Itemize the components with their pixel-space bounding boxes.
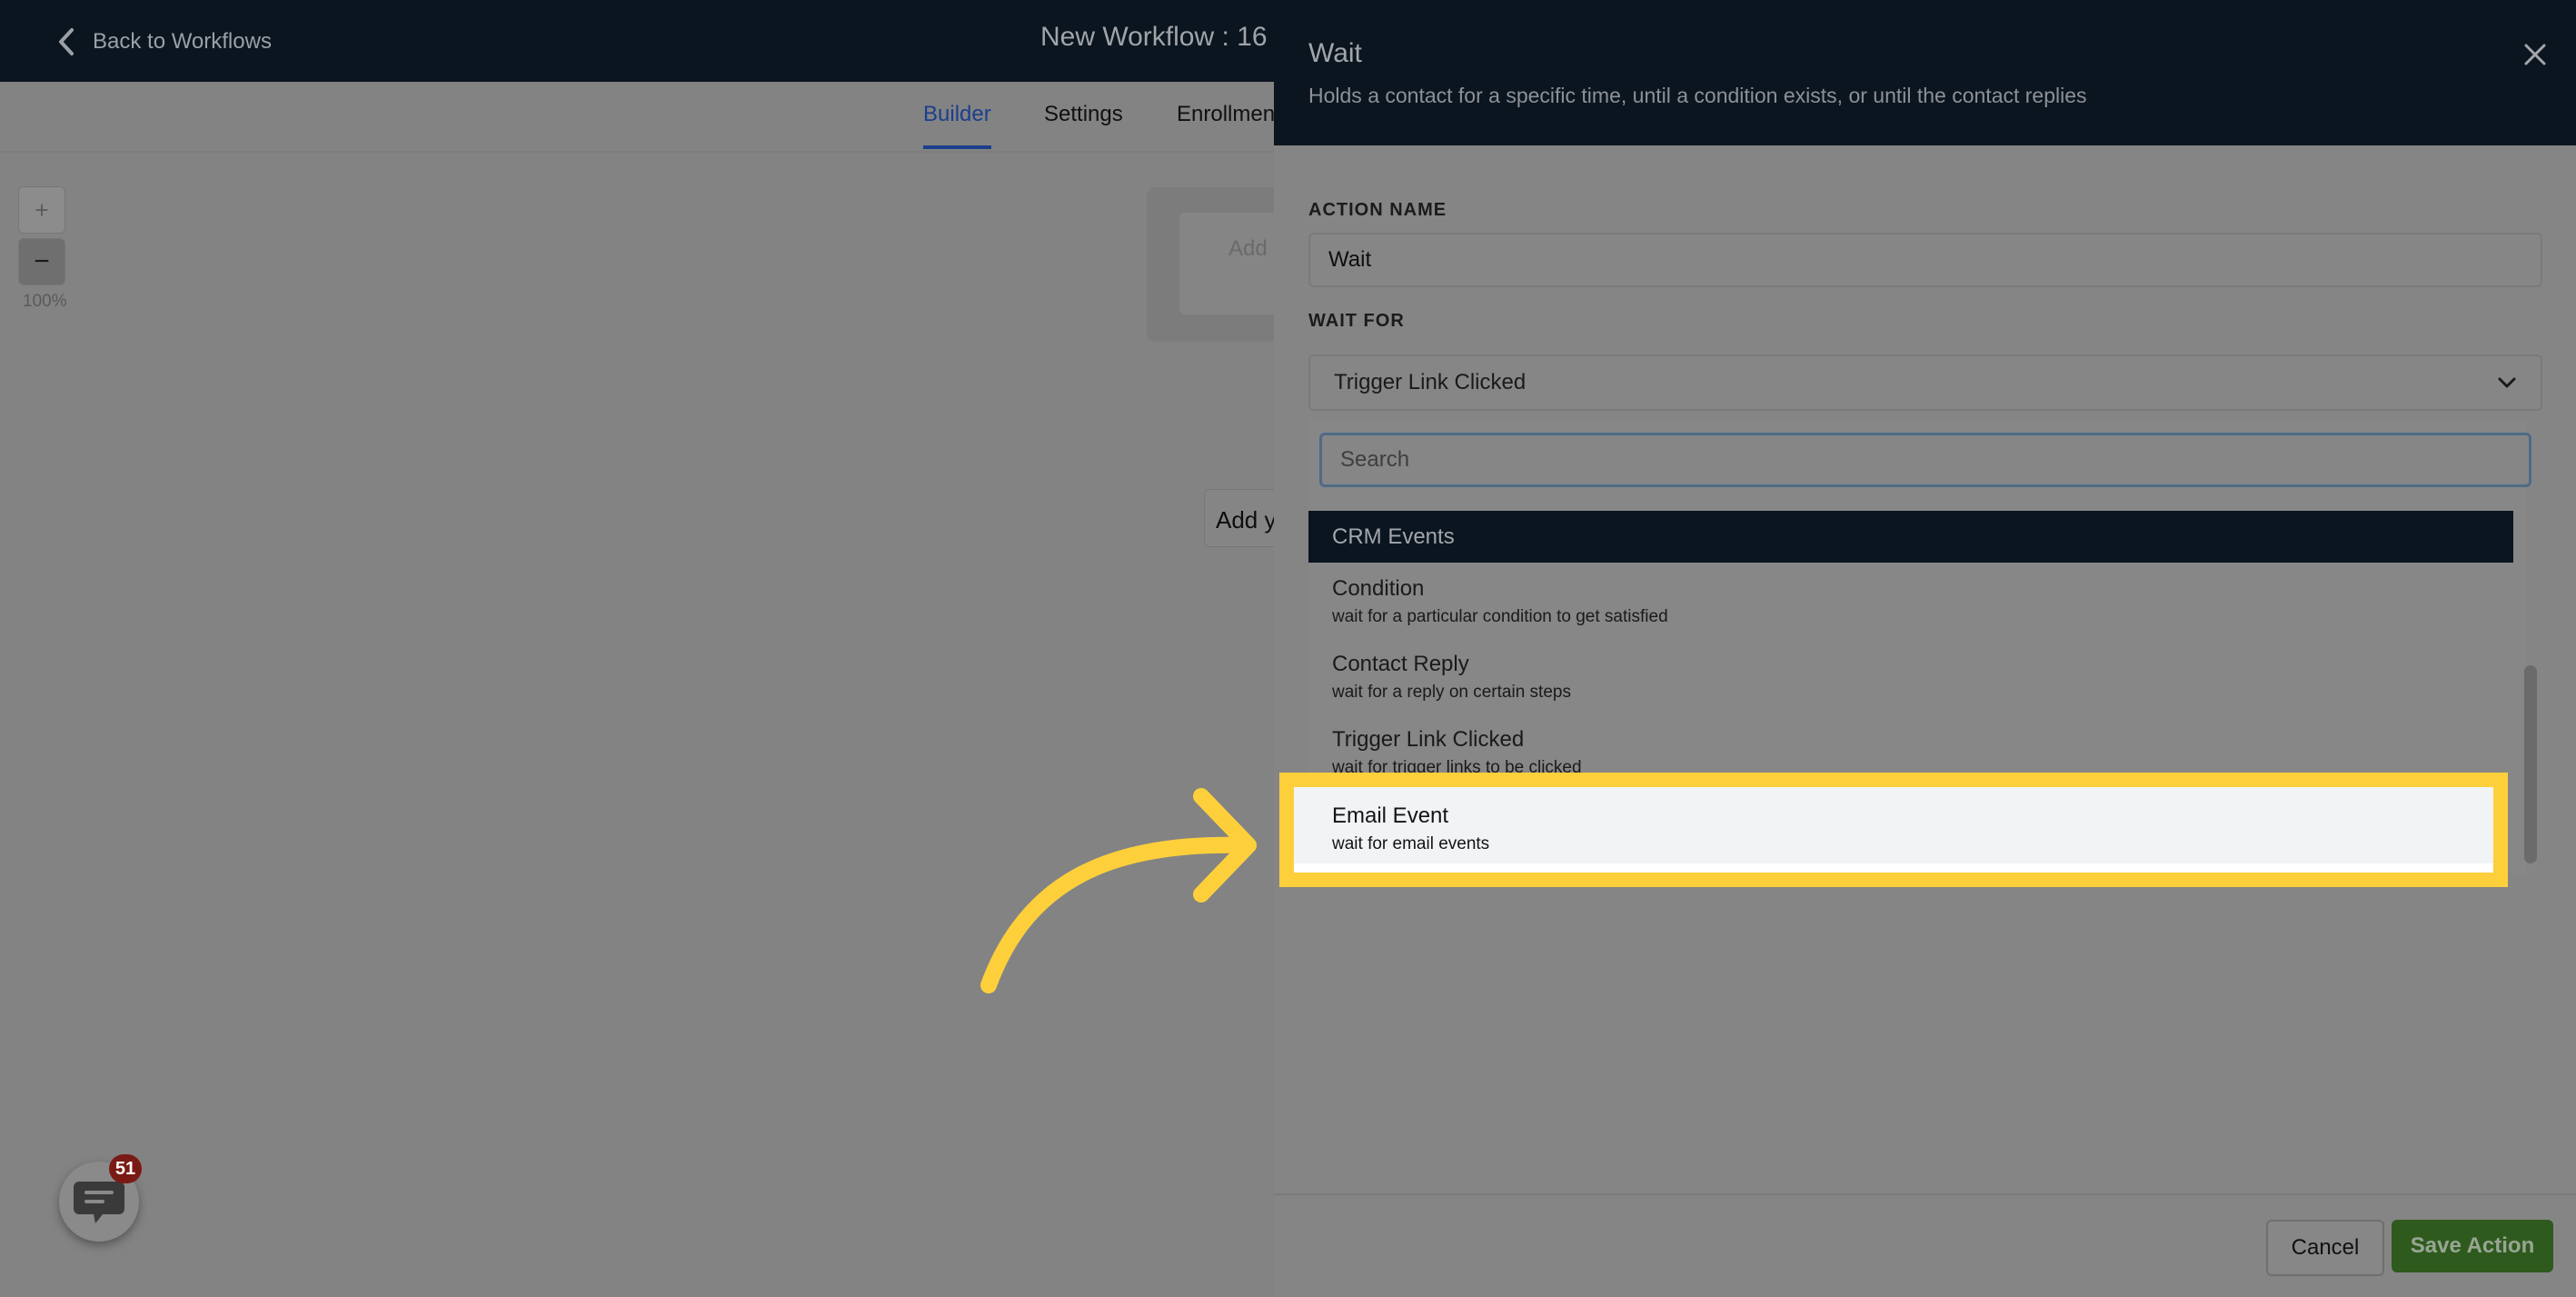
- back-label: Back to Workflows: [93, 29, 272, 54]
- top-bar: Back to Workflows New Workflow : 16: [0, 0, 1274, 82]
- wait-for-select[interactable]: Trigger Link Clicked: [1308, 354, 2542, 411]
- option-group-header: CRM Events: [1308, 511, 2513, 563]
- chevron-down-icon: [2498, 377, 2516, 388]
- option-title: Contact Reply: [1332, 652, 1469, 676]
- add-trigger-placeholder[interactable]: Add: [1179, 213, 1288, 314]
- zoom-out-button[interactable]: −: [18, 238, 65, 285]
- dropdown-search-input[interactable]: [1319, 433, 2531, 487]
- chat-icon: [74, 1182, 124, 1223]
- action-name-input[interactable]: Wait: [1308, 233, 2542, 287]
- wait-for-selected-value: Trigger Link Clicked: [1334, 370, 1527, 394]
- drawer-subtitle: Holds a contact for a specific time, unt…: [1308, 84, 2087, 107]
- zoom-level: 100%: [23, 292, 67, 311]
- drawer-title: Wait: [1308, 38, 1362, 68]
- tabs-bar: Builder Settings Enrollmen: [0, 82, 1275, 153]
- option-description: wait for email events: [1332, 834, 1490, 853]
- option-description: wait for a particular condition to get s…: [1332, 607, 1668, 626]
- option-email-event[interactable]: Email Event wait for email events: [1332, 803, 1489, 854]
- workflow-title: New Workflow : 16: [1040, 22, 1268, 52]
- tab-settings[interactable]: Settings: [1044, 102, 1123, 145]
- drawer-header: Wait Holds a contact for a specific time…: [1274, 0, 2576, 145]
- tab-builder[interactable]: Builder: [923, 102, 991, 149]
- option-description: wait for a reply on certain steps: [1332, 683, 1571, 702]
- option-contact-reply[interactable]: Contact Reply wait for a reply on certai…: [1332, 652, 1571, 703]
- option-title: Condition: [1332, 576, 1425, 601]
- option-title: Trigger Link Clicked: [1332, 727, 1525, 752]
- dropdown-scrollbar-thumb[interactable]: [2524, 665, 2537, 863]
- action-name-label: ACTION NAME: [1308, 200, 1447, 220]
- notification-badge: 51: [109, 1154, 142, 1183]
- zoom-in-button[interactable]: +: [18, 186, 65, 234]
- close-icon[interactable]: [2519, 38, 2551, 71]
- tab-enrollment[interactable]: Enrollmen: [1177, 102, 1275, 145]
- chevron-left-icon: [59, 28, 74, 55]
- footer-divider: [1274, 1193, 2576, 1195]
- cancel-button[interactable]: Cancel: [2266, 1220, 2384, 1276]
- option-trigger-link-clicked[interactable]: Trigger Link Clicked wait for trigger li…: [1332, 727, 1582, 778]
- wait-action-drawer: Wait Holds a contact for a specific time…: [1274, 0, 2576, 1297]
- save-action-button[interactable]: Save Action: [2392, 1220, 2553, 1272]
- wait-for-label: WAIT FOR: [1308, 311, 1405, 331]
- arrow-icon: [980, 788, 1257, 993]
- highlight-divider: [1294, 863, 2493, 873]
- option-condition[interactable]: Condition wait for a particular conditio…: [1332, 576, 1668, 627]
- option-title: Email Event: [1332, 803, 1449, 828]
- back-to-workflows-link[interactable]: Back to Workflows: [56, 24, 272, 60]
